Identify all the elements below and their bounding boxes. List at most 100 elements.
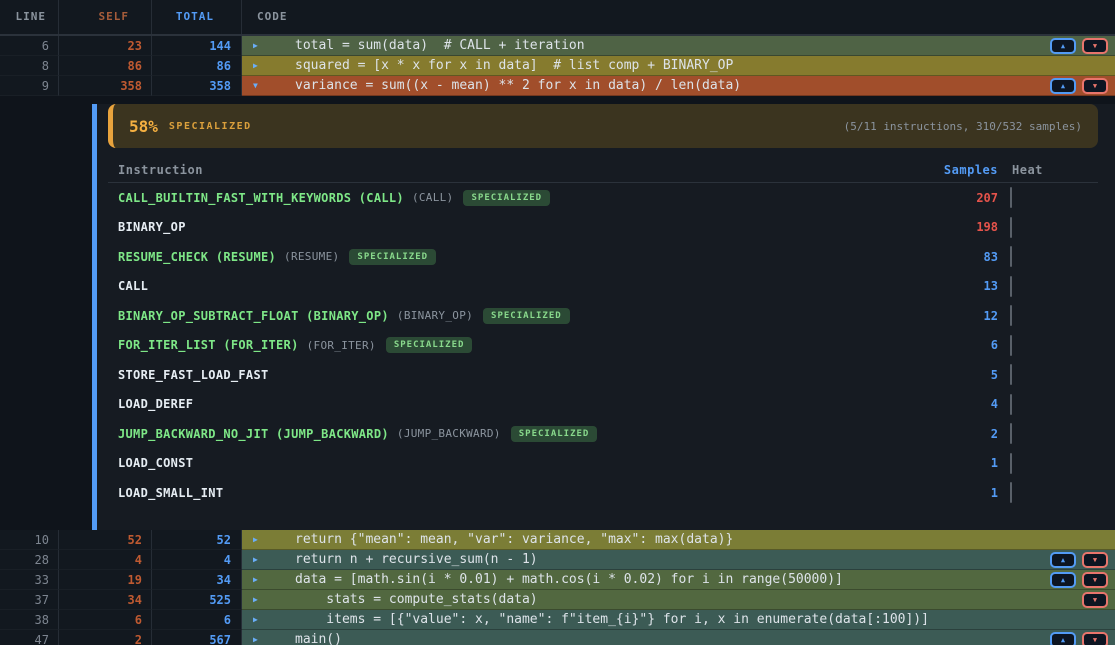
instruction-name: LOAD_DEREF xyxy=(118,397,193,411)
instruction-name: BINARY_OP_SUBTRACT_FLOAT (BINARY_OP) xyxy=(118,309,389,323)
code-cell[interactable]: ▶ data = [math.sin(i * 0.01) + math.cos(… xyxy=(242,570,1115,590)
instruction-table-header: Instruction Samples Heat xyxy=(108,161,1098,183)
code-cell[interactable]: ▶ stats = compute_stats(data) ▼ xyxy=(242,590,1115,610)
expand-collapsed-icon[interactable]: ▶ xyxy=(253,570,258,590)
jump-down-button[interactable]: ▼ xyxy=(1082,552,1108,568)
source-code: data = [math.sin(i * 0.01) + math.cos(i … xyxy=(295,572,843,587)
jump-down-button[interactable]: ▼ xyxy=(1082,78,1108,94)
line-number: 47 xyxy=(0,630,59,645)
jump-up-button[interactable]: ▲ xyxy=(1050,632,1076,645)
heat-cell xyxy=(998,247,1098,266)
instruction-row: JUMP_BACKWARD_NO_JIT (JUMP_BACKWARD) (JUM… xyxy=(108,419,1098,449)
code-cell[interactable]: ▶ squared = [x * x for x in data] # list… xyxy=(242,56,1115,76)
base-opcode: (CALL) xyxy=(412,191,454,204)
instruction-name: STORE_FAST_LOAD_FAST xyxy=(118,368,269,382)
instruction-row: STORE_FAST_LOAD_FAST 5 xyxy=(108,360,1098,390)
instruction-row: LOAD_SMALL_INT 1 xyxy=(108,478,1098,508)
total-samples: 144 xyxy=(152,36,242,56)
total-samples: 525 xyxy=(152,590,242,610)
expand-expanded-icon[interactable]: ▼ xyxy=(253,76,258,96)
line-number: 37 xyxy=(0,590,59,610)
sample-counts-note: (5/11 instructions, 310/532 samples) xyxy=(844,120,1082,133)
self-samples: 2 xyxy=(59,630,152,645)
sample-count: 1 xyxy=(926,456,998,470)
code-row-line-47: 47 2 567 ▶ main() ▲ ▼ xyxy=(0,630,1115,645)
instruction-row: CALL 13 xyxy=(108,272,1098,302)
specialized-badge: SPECIALIZED xyxy=(349,249,436,265)
code-row-line-10: 10 52 52 ▶ return {"mean": mean, "var": … xyxy=(0,530,1115,550)
jump-down-button[interactable]: ▼ xyxy=(1082,572,1108,588)
instruction-row: RESUME_CHECK (RESUME)(RESUME)SPECIALIZED… xyxy=(108,242,1098,272)
sample-count: 4 xyxy=(926,397,998,411)
heat-cell xyxy=(998,306,1098,325)
sample-count: 12 xyxy=(926,309,998,323)
heat-bar-track xyxy=(1010,246,1012,267)
expand-collapsed-icon[interactable]: ▶ xyxy=(253,630,258,645)
self-samples: 6 xyxy=(59,610,152,630)
instruction-row: LOAD_DEREF 4 xyxy=(108,390,1098,420)
sample-count: 1 xyxy=(926,486,998,500)
profiler-view: LINE SELF TOTAL CODE 6 23 144 ▶ total = … xyxy=(0,0,1115,645)
self-samples: 4 xyxy=(59,550,152,570)
jump-down-button[interactable]: ▼ xyxy=(1082,592,1108,608)
line-number: 28 xyxy=(0,550,59,570)
total-samples: 34 xyxy=(152,570,242,590)
sample-count: 2 xyxy=(926,427,998,441)
source-code: return n + recursive_sum(n - 1) xyxy=(295,552,538,567)
expand-collapsed-icon[interactable]: ▶ xyxy=(253,590,258,610)
expand-collapsed-icon[interactable]: ▶ xyxy=(253,610,258,630)
expand-collapsed-icon[interactable]: ▶ xyxy=(253,550,258,570)
total-samples: 4 xyxy=(152,550,242,570)
nav-buttons: ▲ ▼ xyxy=(1050,552,1108,568)
code-row-line-28: 28 4 4 ▶ return n + recursive_sum(n - 1)… xyxy=(0,550,1115,570)
jump-up-button[interactable]: ▲ xyxy=(1050,38,1076,54)
total-samples: 6 xyxy=(152,610,242,630)
column-header-total[interactable]: TOTAL xyxy=(152,0,242,34)
code-cell[interactable]: ▶ total = sum(data) # CALL + iteration ▲… xyxy=(242,36,1115,56)
expand-collapsed-icon[interactable]: ▶ xyxy=(253,56,258,76)
total-samples: 358 xyxy=(152,76,242,96)
heat-bar-track xyxy=(1010,453,1012,474)
expand-collapsed-icon[interactable]: ▶ xyxy=(253,530,258,550)
jump-down-button[interactable]: ▼ xyxy=(1082,38,1108,54)
column-header-line[interactable]: LINE xyxy=(0,0,59,34)
samples-column-header[interactable]: Samples xyxy=(926,163,998,177)
base-opcode: (JUMP_BACKWARD) xyxy=(397,427,501,440)
code-cell[interactable]: ▶ main() ▲ ▼ xyxy=(242,630,1115,645)
sample-count: 198 xyxy=(926,220,998,234)
sample-count: 83 xyxy=(926,250,998,264)
expand-collapsed-icon[interactable]: ▶ xyxy=(253,36,258,56)
column-header-self[interactable]: SELF xyxy=(59,0,152,34)
jump-up-button[interactable]: ▲ xyxy=(1050,572,1076,588)
jump-down-button[interactable]: ▼ xyxy=(1082,632,1108,645)
source-code: main() xyxy=(295,632,342,645)
instruction-row: BINARY_OP 198 xyxy=(108,213,1098,243)
instruction-name: BINARY_OP xyxy=(118,220,186,234)
heat-cell xyxy=(998,395,1098,414)
code-cell[interactable]: ▶ return {"mean": mean, "var": variance,… xyxy=(242,530,1115,550)
self-samples: 34 xyxy=(59,590,152,610)
sample-count: 13 xyxy=(926,279,998,293)
line-number: 6 xyxy=(0,36,59,56)
heat-bar-track xyxy=(1010,394,1012,415)
jump-up-button[interactable]: ▲ xyxy=(1050,78,1076,94)
code-cell[interactable]: ▼ variance = sum((x - mean) ** 2 for x i… xyxy=(242,76,1115,96)
line-number: 10 xyxy=(0,530,59,550)
heat-cell xyxy=(998,277,1098,296)
code-row-line-33: 33 19 34 ▶ data = [math.sin(i * 0.01) + … xyxy=(0,570,1115,590)
self-samples: 86 xyxy=(59,56,152,76)
code-cell[interactable]: ▶ return n + recursive_sum(n - 1) ▲ ▼ xyxy=(242,550,1115,570)
column-header-code[interactable]: CODE xyxy=(242,0,1115,34)
jump-up-button[interactable]: ▲ xyxy=(1050,552,1076,568)
heat-cell xyxy=(998,483,1098,502)
code-cell[interactable]: ▶ items = [{"value": x, "name": f"item_{… xyxy=(242,610,1115,630)
instruction-detail-panel: 58% SPECIALIZED (5/11 instructions, 310/… xyxy=(92,104,1115,530)
specialized-badge: SPECIALIZED xyxy=(483,308,570,324)
instruction-name: FOR_ITER_LIST (FOR_ITER) xyxy=(118,338,299,352)
source-code: stats = compute_stats(data) xyxy=(295,592,538,607)
instruction-name: LOAD_CONST xyxy=(118,456,193,470)
total-samples: 52 xyxy=(152,530,242,550)
base-opcode: (FOR_ITER) xyxy=(307,339,376,352)
instruction-name: JUMP_BACKWARD_NO_JIT (JUMP_BACKWARD) xyxy=(118,427,389,441)
code-row-line-6: 6 23 144 ▶ total = sum(data) # CALL + it… xyxy=(0,36,1115,56)
